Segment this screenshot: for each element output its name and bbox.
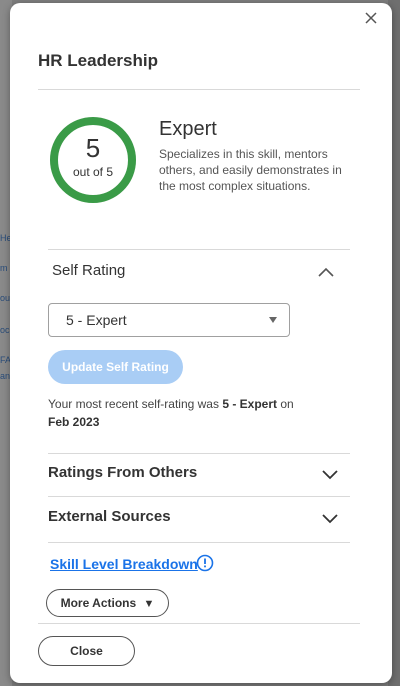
divider xyxy=(38,89,360,90)
skill-detail-modal: HR Leadership 5 out of 5 Expert Speciali… xyxy=(10,3,392,683)
close-button[interactable]: Close xyxy=(38,636,135,666)
recent-rating-text: Your most recent self-rating was 5 - Exp… xyxy=(48,395,328,431)
recent-rating-prefix: Your most recent self-rating was xyxy=(48,397,223,411)
divider xyxy=(38,623,360,624)
chevron-down-icon[interactable] xyxy=(321,467,339,480)
close-icon[interactable] xyxy=(364,11,380,27)
chevron-up-icon[interactable] xyxy=(317,265,335,277)
info-icon[interactable] xyxy=(196,554,214,572)
ratings-from-others-title[interactable]: Ratings From Others xyxy=(48,464,197,481)
caret-down-icon: ▼ xyxy=(143,598,155,610)
score-value: 5 xyxy=(85,133,101,163)
score-label: out of 5 xyxy=(72,165,114,179)
divider xyxy=(48,496,350,497)
level-description: Specializes in this skill, mentors other… xyxy=(159,147,342,193)
self-rating-title: Self Rating xyxy=(52,262,126,279)
more-actions-label: More Actions xyxy=(60,596,137,610)
modal-title: HR Leadership xyxy=(38,51,158,70)
recent-rating-date: Feb 2023 xyxy=(48,415,100,429)
more-actions-button[interactable]: More Actions ▼ xyxy=(46,589,169,617)
self-rating-select[interactable]: 5 - Expert xyxy=(48,303,290,337)
divider xyxy=(48,542,350,543)
self-rating-selected: 5 - Expert xyxy=(66,312,127,328)
update-self-rating-button[interactable]: Update Self Rating xyxy=(48,350,183,384)
divider xyxy=(48,453,350,454)
level-name: Expert xyxy=(159,118,217,140)
skill-level-breakdown-link[interactable]: Skill Level Breakdown xyxy=(50,556,198,572)
recent-rating-value: 5 - Expert xyxy=(222,397,277,411)
divider xyxy=(48,249,350,250)
external-sources-title[interactable]: External Sources xyxy=(48,508,171,525)
chevron-down-icon[interactable] xyxy=(321,511,339,524)
recent-rating-on: on xyxy=(277,397,294,411)
dropdown-arrow-icon xyxy=(269,317,277,323)
